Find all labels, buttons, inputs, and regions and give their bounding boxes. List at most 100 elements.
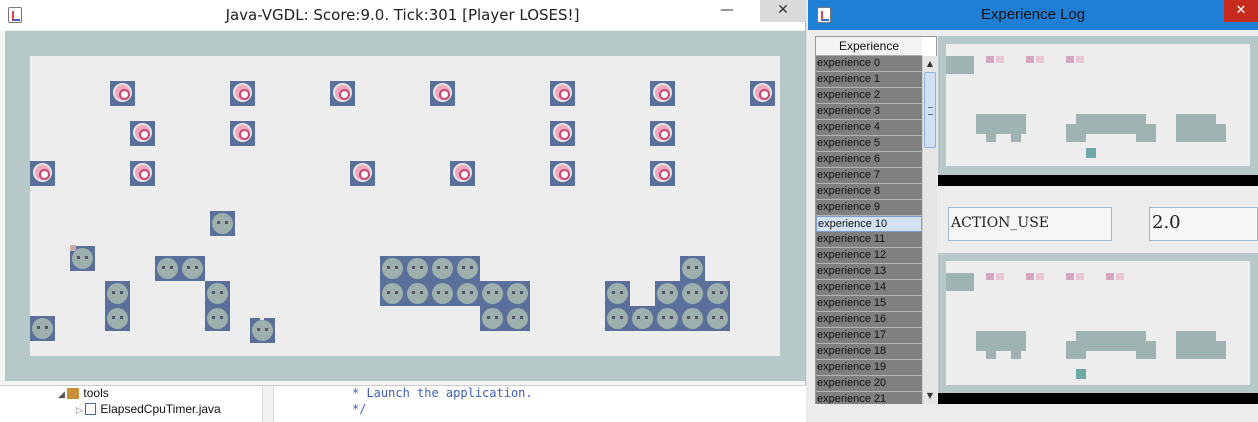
list-item[interactable]: experience 8 [816,184,922,200]
mini-target-icon [1076,56,1084,63]
boulder-sprite [430,256,455,281]
mini-boulder-icon [1136,351,1156,359]
close-button[interactable]: ✕ [1224,0,1258,22]
list-item[interactable]: experience 10 [816,216,922,232]
target-sprite-icon [333,83,352,102]
boulder-sprite-icon [107,308,128,329]
target-sprite [650,121,675,146]
mini-target-icon [996,56,1004,63]
boulder-sprite-icon [507,308,528,329]
target-sprite-icon [233,83,252,102]
target-sprite-icon [33,163,52,182]
game-title: Java-VGDL: Score:9.0. Tick:301 [Player L… [225,6,580,24]
list-header[interactable]: Experience [816,37,922,56]
mini-avatar-icon [1086,148,1096,158]
target-sprite-icon [133,163,152,182]
code-comment-end: */ [352,402,367,416]
boulder-sprite [680,306,705,331]
boulder-sprite [70,245,95,271]
list-item[interactable]: experience 4 [816,120,922,136]
boulder-sprite-icon [607,308,628,329]
boulder-sprite [405,281,430,306]
list-item[interactable]: experience 12 [816,248,922,264]
boulder-sprite [455,281,480,306]
close-button[interactable]: ✕ [760,0,806,22]
list-item[interactable]: experience 5 [816,136,922,152]
experience-list[interactable]: experience 0 experience 1 experience 2 expe… [816,56,922,404]
expand-icon[interactable]: ▷ [76,405,85,415]
list-item[interactable]: experience 17 [816,328,922,344]
code-comment-line: * Launch the application. [352,386,533,400]
boulder-sprite-icon [682,258,703,279]
boulder-sprite [455,256,480,281]
target-sprite-icon [133,123,152,142]
list-item[interactable]: experience 0 [816,56,922,72]
game-titlebar[interactable]: Java-VGDL: Score:9.0. Tick:301 [Player L… [0,0,806,30]
list-item[interactable]: experience 11 [816,232,922,248]
target-sprite-icon [553,163,572,182]
target-sprite [450,161,475,186]
list-item[interactable]: experience 6 [816,152,922,168]
game-board [5,31,805,381]
boulder-sprite [505,281,530,306]
package-icon [67,388,80,399]
boulder-sprite [205,306,230,331]
list-item[interactable]: experience 14 [816,280,922,296]
scroll-down-icon[interactable]: ▼ [925,390,935,402]
target-sprite [550,161,575,186]
mini-boulder-icon [1076,114,1146,124]
scrollbar-thumb[interactable] [924,72,936,148]
target-sprite-icon [433,83,452,102]
ide-background: ◢ tools ▷ ElapsedCpuTimer.java * Launch … [0,385,806,422]
mini-target-icon [1036,56,1044,63]
mini-target-icon [986,273,994,280]
tree-item-tools[interactable]: ◢ tools [58,386,109,400]
mini-boulder-icon [1176,341,1226,359]
avatar-sprite [250,314,275,343]
minimize-button[interactable]: — [712,0,742,22]
list-item[interactable]: experience 7 [816,168,922,184]
boulder-sprite-icon [607,283,628,304]
boulder-sprite-icon [382,283,403,304]
mini-target-icon [1036,273,1044,280]
boulder-sprite [105,281,130,306]
mini-boulder-icon [1066,124,1156,134]
reward-field: 2.0 [1149,207,1258,241]
boulder-sprite [705,281,730,306]
mini-target-icon [1116,273,1124,280]
scroll-up-icon[interactable]: ▲ [925,58,935,70]
target-sprite-icon [553,123,572,142]
list-scrollbar[interactable]: ▲ ▼ [922,56,937,404]
experience-list-panel: Experience experience 0 experience 1 exper… [815,36,937,404]
collapse-icon[interactable]: ◢ [58,389,67,399]
tree-item-elapsedcputimer[interactable]: ▷ ElapsedCpuTimer.java [76,402,221,416]
boulder-sprite-icon [70,245,93,269]
list-item[interactable]: experience 9 [816,200,922,216]
list-item[interactable]: experience 19 [816,360,922,376]
divider-bar-bottom [938,393,1258,404]
boulder-sprite-icon [207,308,228,329]
boulder-sprite [380,256,405,281]
boulder-sprite [655,306,680,331]
target-sprite-icon [553,83,572,102]
boulder-sprite [430,281,455,306]
boulder-sprite [30,316,55,341]
boulder-sprite [505,306,530,331]
target-sprite [230,81,255,106]
list-item[interactable]: experience 21 [816,392,922,404]
list-item[interactable]: experience 18 [816,344,922,360]
boulder-sprite-icon [657,283,678,304]
list-item[interactable]: experience 3 [816,104,922,120]
mini-boulder-icon [1176,331,1216,341]
list-item[interactable]: experience 1 [816,72,922,88]
list-item[interactable]: experience 2 [816,88,922,104]
mini-boulder-icon [1076,331,1146,341]
list-item[interactable]: experience 20 [816,376,922,392]
mini-boulder-icon [1176,114,1216,124]
log-titlebar[interactable]: Experience Log ✕ [808,0,1258,30]
list-item[interactable]: experience 15 [816,296,922,312]
list-item[interactable]: experience 13 [816,264,922,280]
list-item[interactable]: experience 16 [816,312,922,328]
boulder-sprite [405,256,430,281]
boulder-sprite-icon [707,283,728,304]
